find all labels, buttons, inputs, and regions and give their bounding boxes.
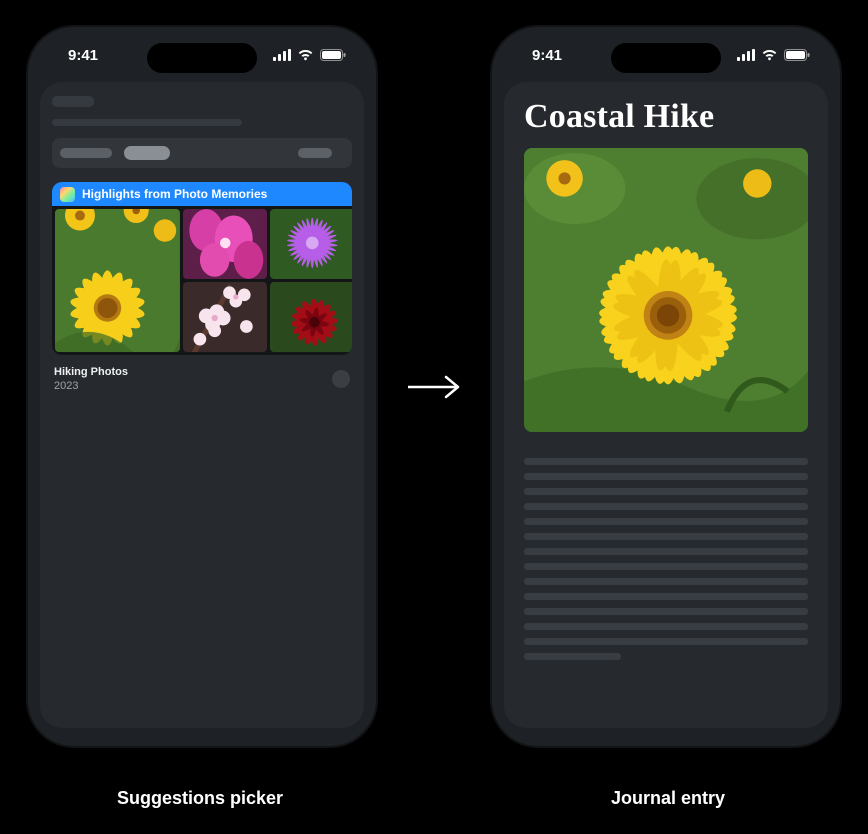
card-title: Hiking Photos xyxy=(54,365,128,379)
text-line xyxy=(524,503,808,510)
text-line xyxy=(524,488,808,495)
entry-hero-image[interactable] xyxy=(524,148,808,432)
status-indicators xyxy=(273,49,346,61)
skeleton-subtitle xyxy=(52,119,242,126)
text-line xyxy=(524,473,808,480)
text-line xyxy=(524,458,808,465)
text-line xyxy=(524,608,808,615)
card-year: 2023 xyxy=(54,379,128,393)
text-line xyxy=(524,593,808,600)
photo-thumbnail[interactable] xyxy=(183,209,268,279)
card-metadata: Hiking Photos 2023 xyxy=(52,365,352,394)
highlights-card[interactable]: Highlights from Photo Memories xyxy=(52,182,352,355)
notch xyxy=(611,43,721,73)
photo-thumbnail[interactable] xyxy=(270,209,352,279)
segment-selected[interactable] xyxy=(124,146,170,160)
photo-grid xyxy=(52,206,352,355)
highlights-header: Highlights from Photo Memories xyxy=(52,182,352,206)
text-line xyxy=(524,548,808,555)
entry-title: Coastal Hike xyxy=(524,98,808,136)
segment-option[interactable] xyxy=(60,148,112,158)
status-time: 9:41 xyxy=(532,47,562,64)
text-line xyxy=(524,623,808,630)
photos-app-icon xyxy=(60,187,75,202)
battery-icon xyxy=(320,49,346,61)
skeleton-handle xyxy=(52,96,94,107)
text-line xyxy=(524,638,808,645)
more-button[interactable] xyxy=(332,370,350,388)
phone-suggestions: 9:41 xyxy=(26,25,378,748)
segmented-control[interactable] xyxy=(52,138,352,168)
photo-thumbnail[interactable] xyxy=(270,282,352,352)
status-indicators xyxy=(737,49,810,61)
text-line xyxy=(524,533,808,540)
photo-thumbnail[interactable] xyxy=(55,209,180,352)
journal-entry: Coastal Hike xyxy=(504,82,828,728)
notch xyxy=(147,43,257,73)
highlights-label: Highlights from Photo Memories xyxy=(82,187,267,201)
segment-option[interactable] xyxy=(298,148,332,158)
cellular-icon xyxy=(273,49,291,61)
caption-right: Journal entry xyxy=(492,788,844,809)
suggestions-sheet: Highlights from Photo Memories xyxy=(40,82,364,728)
caption-left: Suggestions picker xyxy=(24,788,376,809)
text-line xyxy=(524,653,621,660)
battery-icon xyxy=(784,49,810,61)
text-line xyxy=(524,578,808,585)
entry-body-placeholder xyxy=(524,458,808,660)
arrow-icon xyxy=(406,373,462,401)
cellular-icon xyxy=(737,49,755,61)
wifi-icon xyxy=(297,49,314,61)
status-time: 9:41 xyxy=(68,47,98,64)
photo-thumbnail[interactable] xyxy=(183,282,268,352)
text-line xyxy=(524,518,808,525)
text-line xyxy=(524,563,808,570)
phone-journal: 9:41 Coastal Hike xyxy=(490,25,842,748)
wifi-icon xyxy=(761,49,778,61)
